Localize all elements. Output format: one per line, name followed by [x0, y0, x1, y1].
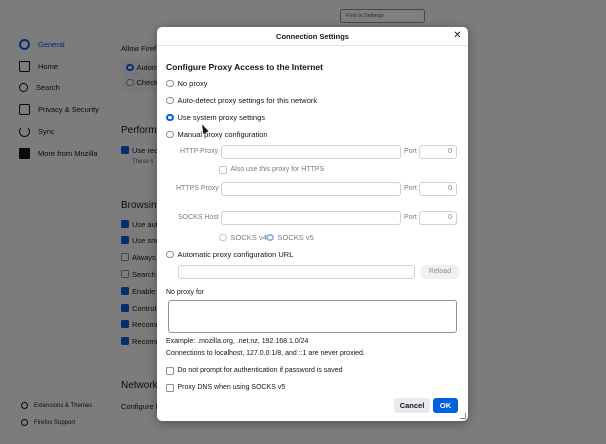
radio-icon	[219, 233, 227, 242]
socks-host-label: SOCKS Host	[178, 214, 219, 221]
https-port-input[interactable]: 0	[419, 182, 457, 196]
port-label: Port	[404, 185, 417, 192]
auto-detect-radio[interactable]: Auto-detect proxy settings for this netw…	[166, 96, 317, 105]
http-proxy-label: HTTP Proxy	[180, 148, 218, 155]
socks-host-input[interactable]	[221, 211, 401, 225]
localhost-note: Connections to localhost, 127.0.0.1/8, a…	[166, 350, 365, 357]
connection-settings-dialog: Connection Settings ✕ Configure Proxy Ac…	[157, 27, 468, 421]
radio-icon	[166, 96, 174, 105]
checkbox-icon	[166, 384, 174, 392]
auto-config-url-radio[interactable]: Automatic proxy configuration URL	[166, 250, 293, 259]
checkbox-label: Do not prompt for authentication if pass…	[177, 367, 343, 375]
no-proxy-for-label: No proxy for	[166, 289, 205, 296]
socks-v5-radio[interactable]: SOCKS v5	[266, 233, 314, 242]
https-proxy-label: HTTPS Proxy	[176, 185, 219, 192]
radio-icon	[166, 79, 174, 88]
cancel-button[interactable]: Cancel	[394, 398, 430, 413]
radio-label: Manual proxy configuration	[177, 130, 268, 139]
checkbox-icon	[219, 166, 227, 174]
no-proxy-radio[interactable]: No proxy	[166, 79, 208, 88]
checkbox-label: Proxy DNS when using SOCKS v5	[177, 384, 286, 392]
socks-v4-radio[interactable]: SOCKS v4	[219, 233, 267, 242]
also-https-checkbox[interactable]: Also use this proxy for HTTPS	[219, 166, 324, 174]
close-button[interactable]: ✕	[452, 31, 463, 42]
no-prompt-auth-checkbox[interactable]: Do not prompt for authentication if pass…	[166, 367, 342, 375]
no-proxy-for-textarea[interactable]	[168, 300, 457, 333]
http-port-input[interactable]: 0	[419, 145, 457, 159]
radio-selected-icon	[266, 233, 274, 242]
proxy-dns-checkbox[interactable]: Proxy DNS when using SOCKS v5	[166, 384, 285, 392]
port-label: Port	[404, 214, 417, 221]
example-text: Example: .mozilla.org, .net.nz, 192.168.…	[166, 338, 309, 345]
radio-label: SOCKS v5	[277, 233, 314, 242]
radio-label: Auto-detect proxy settings for this netw…	[177, 96, 318, 105]
close-icon: ✕	[453, 30, 462, 41]
ok-button[interactable]: OK	[433, 398, 458, 413]
dialog-title: Connection Settings	[157, 27, 468, 46]
radio-label: Use system proxy settings	[177, 113, 266, 122]
proxy-heading: Configure Proxy Access to the Internet	[166, 62, 323, 72]
radio-icon	[166, 250, 174, 259]
radio-label: No proxy	[177, 79, 208, 88]
radio-label: Automatic proxy configuration URL	[177, 250, 294, 259]
checkbox-label: Also use this proxy for HTTPS	[230, 166, 325, 174]
https-proxy-input[interactable]	[221, 182, 401, 196]
socks-port-input[interactable]: 0	[419, 211, 457, 225]
radio-selected-icon	[166, 113, 174, 122]
port-label: Port	[404, 148, 417, 155]
radio-label: SOCKS v4	[230, 233, 267, 242]
auto-config-url-input[interactable]	[178, 265, 415, 279]
reload-button[interactable]: Reload	[421, 265, 459, 279]
system-proxy-radio[interactable]: Use system proxy settings	[166, 113, 265, 122]
resize-handle[interactable]	[460, 413, 466, 419]
checkbox-icon	[166, 367, 174, 375]
manual-proxy-radio[interactable]: Manual proxy configuration	[166, 130, 268, 139]
radio-icon	[166, 130, 174, 139]
http-proxy-input[interactable]	[221, 145, 401, 159]
